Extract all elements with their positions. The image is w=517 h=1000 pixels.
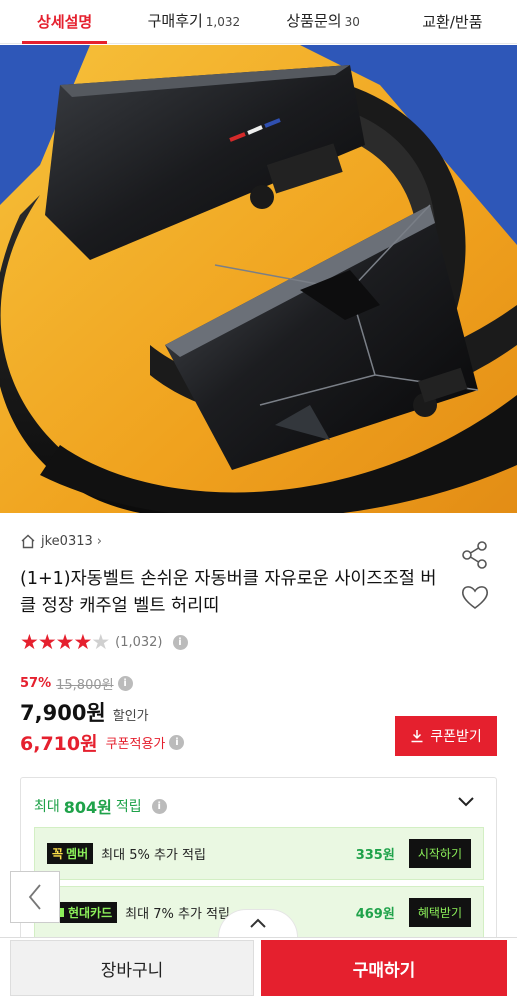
tab-bar: 상세설명 구매후기 1,032 상품문의 30 교환/반품 [0, 0, 517, 44]
tab-reviews[interactable]: 구매후기 1,032 [129, 0, 258, 44]
discount-row: 57% 15,800원 i [20, 674, 133, 693]
seller-link[interactable]: jke0313 › [20, 534, 102, 549]
coupon-price-label: 쿠폰적용가 [105, 737, 166, 752]
benefit-amount: 335원 [355, 848, 395, 863]
heart-icon[interactable] [460, 583, 490, 611]
share-icon[interactable] [460, 540, 490, 570]
benefit-text: 최대 5% 추가 적립 [101, 848, 206, 863]
points-prefix: 최대 [34, 799, 60, 815]
star-icon: ★ [55, 630, 75, 654]
review-count: (1,032) [115, 634, 163, 650]
star-empty-icon: ★ [91, 630, 110, 654]
product-title: (1+1)자동벨트 손쉬운 자동버클 자유로운 사이즈조절 버클 정장 캐주얼 … [20, 569, 437, 616]
badge-prefix: 꼭 [52, 847, 64, 861]
start-button[interactable]: 시작하기 [408, 839, 471, 868]
points-amount: 804원 [63, 798, 112, 817]
tab-exchange[interactable]: 교환/반품 [388, 0, 517, 44]
tab-detail[interactable]: 상세설명 [0, 0, 129, 44]
chevron-left-icon [28, 884, 41, 910]
buy-button[interactable]: 구매하기 [261, 940, 507, 996]
seller-name: jke0313 [41, 534, 93, 549]
chevron-down-icon[interactable] [457, 796, 475, 808]
badge-label: 현대카드 [68, 906, 113, 920]
coupon-price-row: 6,710원 쿠폰적용가 i [20, 729, 185, 756]
star-icon: ★ [20, 630, 39, 654]
coupon-price: 6,710원 [20, 733, 98, 755]
original-price: 15,800원 [56, 678, 114, 693]
chevron-right-icon: › [96, 534, 102, 549]
sale-price-label: 할인가 [112, 709, 149, 724]
expand-handle[interactable] [218, 909, 298, 937]
benefit-amount: 469원 [355, 907, 395, 922]
star-rating: ★★★★★ [20, 630, 110, 654]
tab-count: 30 [344, 15, 360, 29]
star-icon: ★ [73, 630, 92, 654]
member-badge: 꼭 멤버 [47, 843, 94, 864]
points-suffix: 적립 [115, 799, 142, 815]
tab-label: 교환/반품 [422, 12, 483, 31]
tab-qna[interactable]: 상품문의 30 [259, 0, 388, 44]
tab-label: 상품문의 [286, 12, 342, 30]
info-icon[interactable]: i [169, 735, 185, 750]
sale-price-row: 7,900원 할인가 [20, 697, 149, 727]
points-header[interactable]: 최대 804원 적립 i [34, 794, 167, 818]
info-icon[interactable]: i [172, 634, 188, 650]
download-icon [411, 730, 423, 743]
tab-label: 구매후기 [147, 12, 203, 30]
back-button[interactable] [10, 871, 60, 923]
tab-count: 1,032 [205, 15, 241, 29]
badge-label: 멤버 [66, 847, 89, 861]
rating-row[interactable]: ★★★★★ (1,032) i [20, 630, 188, 654]
home-icon [21, 534, 35, 549]
get-benefit-button[interactable]: 혜택받기 [408, 898, 471, 927]
coupon-button-label: 쿠폰받기 [430, 728, 482, 744]
cart-button[interactable]: 장바구니 [10, 940, 254, 996]
coupon-download-button[interactable]: 쿠폰받기 [395, 716, 497, 756]
sale-price: 7,900원 [20, 701, 106, 725]
bottom-action-bar: 장바구니 구매하기 [0, 937, 517, 1000]
star-icon: ★ [37, 630, 57, 654]
tab-label: 상세설명 [37, 12, 93, 31]
product-image[interactable] [0, 45, 517, 513]
discount-percent: 57% [20, 676, 52, 691]
info-icon[interactable]: i [151, 798, 167, 814]
info-icon[interactable]: i [117, 676, 133, 691]
chevron-up-icon [250, 918, 266, 928]
benefit-row-member: 꼭 멤버 최대 5% 추가 적립 335원 시작하기 [34, 827, 484, 880]
